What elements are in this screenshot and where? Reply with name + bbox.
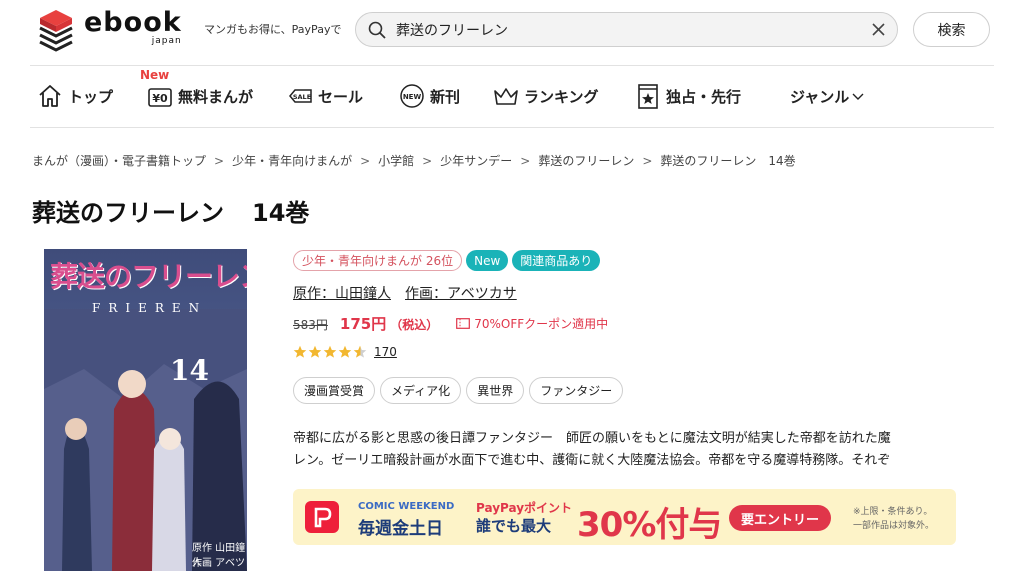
search-button[interactable]: 検索 (913, 12, 990, 47)
star-icon (308, 345, 322, 358)
nav-item-new-releases[interactable]: NEW 新刊 (398, 74, 460, 118)
breadcrumb-item[interactable]: 少年サンデー (440, 154, 512, 168)
search-input[interactable] (396, 17, 836, 43)
banner-anyone-text: 誰でも最大 (476, 517, 552, 535)
close-icon[interactable] (870, 21, 887, 38)
svg-text:NEW: NEW (403, 93, 422, 101)
site-header: ebook japan マンガもお得に、PayPayで 検索 (0, 0, 1024, 62)
illustrator-link[interactable]: 作画：アベツカサ (405, 286, 517, 302)
nav-item-exclusive[interactable]: 独占・先行 (634, 74, 741, 118)
cover-title: 葬送のフリーレン (50, 260, 247, 293)
campaign-banner[interactable]: COMIC WEEKEND 毎週金土日 PayPayポイント 誰でも最大 30%… (293, 489, 956, 545)
badge-row: 少年・青年向けまんが 26位 New 関連商品あり (293, 250, 601, 271)
breadcrumb-item[interactable]: 葬送のフリーレン (538, 154, 634, 168)
tag-list: 漫画賞受賞 メディア化 異世界 ファンタジー (293, 377, 624, 404)
banner-note: 一部作品は対象外。 (853, 521, 935, 531)
chevron-down-icon (852, 93, 864, 100)
breadcrumb-separator: > (214, 154, 225, 168)
nav-label: ジャンル (790, 87, 850, 106)
tag-chip[interactable]: 異世界 (466, 377, 525, 404)
authors: 原作：山田鐘人 作画：アベツカサ (293, 283, 517, 303)
page-title: 葬送のフリーレン 14巻 (32, 193, 309, 228)
half-star-icon (353, 345, 367, 358)
star-icon (323, 345, 337, 358)
star-icon (293, 345, 307, 358)
breadcrumb-item[interactable]: 少年・青年向けまんが (232, 154, 352, 168)
paypay-logo-icon (305, 501, 339, 533)
sale-price: 175円 (339, 315, 387, 333)
nav-divider (30, 127, 994, 128)
volume-text: 14巻 (252, 199, 310, 227)
header-divider (30, 65, 994, 66)
nav-label: ランキング (524, 87, 599, 106)
banner-days: 毎週金土日 (358, 519, 443, 539)
banner-label: COMIC WEEKEND (358, 501, 455, 512)
yen-zero-icon: ¥0 (148, 88, 172, 107)
banner-percent: 30%付与 (577, 505, 722, 545)
cover-volume: 14 (170, 354, 209, 387)
cover-art (44, 309, 247, 571)
logo-word: ebook (84, 7, 182, 38)
nav-label: 独占・先行 (666, 87, 742, 106)
nav-item-top[interactable]: トップ (36, 74, 113, 118)
star-icon (338, 345, 352, 358)
entry-required-button[interactable]: 要エントリー (729, 505, 832, 531)
description-line: 帝都に広がる影と思惑の後日譚ファンタジー 師匠の願いをもとに魔法文明が結実した帝… (293, 431, 891, 446)
coupon-icon (456, 318, 471, 329)
tag-chip[interactable]: ファンタジー (529, 377, 624, 404)
search-bar (355, 12, 898, 47)
svg-text:¥0: ¥0 (152, 92, 168, 105)
cover-roman-title: FRIEREN (92, 301, 208, 315)
nav-item-ranking[interactable]: ランキング (492, 74, 599, 118)
sale-tag-icon: SALE (289, 89, 312, 103)
breadcrumb-separator: > (422, 154, 433, 168)
breadcrumb-separator: > (360, 154, 371, 168)
nav-label: トップ (68, 87, 114, 106)
breadcrumb-item[interactable]: 小学館 (378, 154, 414, 168)
rank-badge[interactable]: 少年・青年向けまんが 26位 (293, 250, 463, 271)
banner-paypay-text: PayPayポイント (476, 501, 573, 515)
coupon-text: 70%OFFクーポン適用中 (474, 317, 609, 331)
author-link[interactable]: 原作：山田鐘人 (293, 286, 391, 302)
home-icon (39, 85, 61, 107)
banner-note: ※上限・条件あり。 (853, 507, 933, 517)
related-products-badge[interactable]: 関連商品あり (512, 250, 601, 271)
star-book-icon (638, 84, 658, 109)
breadcrumb-separator: > (520, 154, 531, 168)
new-badge-icon: NEW (400, 84, 424, 108)
description: 帝都に広がる影と思惑の後日譚ファンタジー 師匠の願いをもとに魔法文明が結実した帝… (293, 428, 996, 472)
book-stack-icon (39, 10, 73, 52)
search-icon[interactable] (368, 21, 386, 39)
logo-sub: japan (151, 36, 182, 46)
review-count-link[interactable]: 170 (374, 345, 397, 359)
cover-credit: 作画 アベツカサ (192, 558, 245, 569)
nav-item-sale[interactable]: SALE セール (286, 74, 363, 118)
description-line: レン。ゼーリエ暗殺計画が水面下で進む中、護衛に就く大陸魔法協会。帝都を守る魔導特… (293, 453, 891, 468)
tag-chip[interactable]: メディア化 (380, 377, 462, 404)
price-row: 583円 175円 （税込） 70%OFFクーポン適用中 (293, 313, 608, 334)
nav-label: 新刊 (430, 87, 461, 106)
crown-icon (494, 88, 518, 105)
nav-label: セール (318, 87, 364, 106)
rating: 170 (293, 345, 397, 359)
tag-chip[interactable]: 漫画賞受賞 (293, 377, 376, 404)
svg-text:SALE: SALE (293, 93, 311, 101)
book-cover[interactable]: 葬送のフリーレン FRIEREN 14 原作 山田鐘人 作画 アベツカサ (44, 249, 247, 571)
original-price: 583円 (293, 318, 328, 332)
breadcrumb-item[interactable]: まんが（漫画）・電子書籍トップ (32, 154, 206, 168)
ebook-japan-logo[interactable]: ebook japan (36, 8, 182, 52)
nav-item-genre[interactable]: ジャンル (790, 74, 865, 118)
breadcrumb: まんが（漫画）・電子書籍トップ > 少年・青年向けまんが > 小学館 > 少年サンデー > 葬送… (32, 152, 796, 169)
new-badge: New (466, 250, 509, 271)
breadcrumb-separator: > (642, 154, 653, 168)
tax-label: （税込） (390, 318, 439, 332)
tagline: マンガもお得に、PayPayで (204, 23, 342, 36)
nav-label: 無料まんが (178, 87, 254, 106)
coupon-info[interactable]: 70%OFFクーポン適用中 (456, 315, 608, 332)
main-nav: トップ ¥0 無料まんが New SALE セール NEW 新刊 ランキング 独… (36, 68, 996, 118)
title-text: 葬送のフリーレン (32, 199, 224, 227)
new-badge: New (140, 68, 170, 82)
breadcrumb-current: 葬送のフリーレン 14巻 (660, 154, 796, 168)
